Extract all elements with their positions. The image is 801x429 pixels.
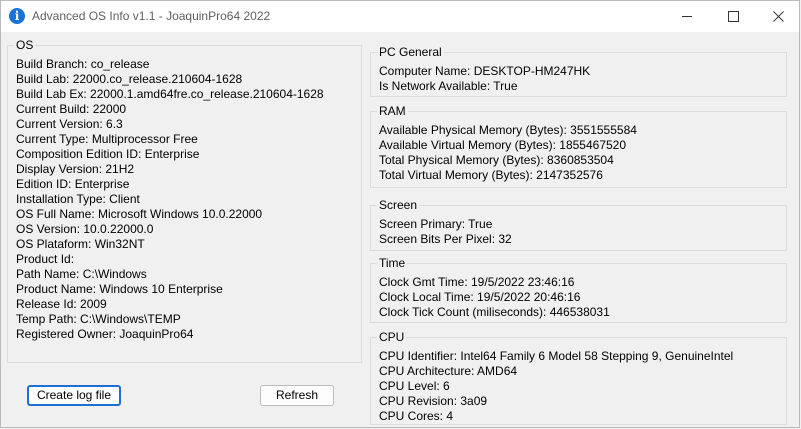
refresh-button[interactable]: Refresh xyxy=(260,385,334,406)
os-installation-type: Installation Type: Client xyxy=(16,192,140,206)
screen-primary: Screen Primary: True xyxy=(379,217,493,231)
clock-local-time: Clock Local Time: 19/5/2022 20:46:16 xyxy=(379,290,581,304)
clock-gmt-time: Clock Gmt Time: 19/5/2022 23:46:16 xyxy=(379,275,575,289)
cpu-identifier: CPU Identifier: Intel64 Family 6 Model 5… xyxy=(379,349,734,363)
total-virtual-memory: Total Virtual Memory (Bytes): 2147352576 xyxy=(379,168,603,182)
create-log-file-button[interactable]: Create log file xyxy=(27,385,121,406)
os-build-lab: Build Lab: 22000.co_release.210604-1628 xyxy=(16,72,243,86)
os-edition-id: Edition ID: Enterprise xyxy=(16,177,130,191)
cpu-cores: CPU Cores: 4 xyxy=(379,409,454,423)
screen-group-title: Screen xyxy=(377,198,420,212)
window-title: Advanced OS Info v1.1 - JoaquinPro64 202… xyxy=(32,9,271,23)
ram-group: RAM Available Physical Memory (Bytes): 3… xyxy=(370,104,787,188)
cpu-group: CPU CPU Identifier: Intel64 Family 6 Mod… xyxy=(370,330,787,425)
time-group-title: Time xyxy=(377,256,408,270)
os-version: OS Version: 10.0.22000.0 xyxy=(16,222,154,236)
minimize-icon xyxy=(682,16,692,17)
os-current-type: Current Type: Multiprocessor Free xyxy=(16,132,198,146)
cpu-list: CPU Identifier: Intel64 Family 6 Model 5… xyxy=(379,349,733,424)
os-info-list: Build Branch: co_release Build Lab: 2200… xyxy=(16,57,324,342)
os-display-version: Display Version: 21H2 xyxy=(16,162,135,176)
os-registered-owner: Registered Owner: JoaquinPro64 xyxy=(16,327,194,341)
time-list: Clock Gmt Time: 19/5/2022 23:46:16 Clock… xyxy=(379,275,610,320)
screen-bits-per-pixel: Screen Bits Per Pixel: 32 xyxy=(379,232,512,246)
total-physical-memory: Total Physical Memory (Bytes): 836085350… xyxy=(379,153,614,167)
available-virtual-memory: Available Virtual Memory (Bytes): 185546… xyxy=(379,138,627,152)
os-temp-path: Temp Path: C:\Windows\TEMP xyxy=(16,312,181,326)
screen-list: Screen Primary: True Screen Bits Per Pix… xyxy=(379,217,512,247)
info-icon: i xyxy=(9,8,25,24)
pc-general-list: Computer Name: DESKTOP-HM247HK Is Networ… xyxy=(379,64,590,94)
os-product-name: Product Name: Windows 10 Enterprise xyxy=(16,282,223,296)
cpu-level: CPU Level: 6 xyxy=(379,379,450,393)
cpu-architecture: CPU Architecture: AMD64 xyxy=(379,364,518,378)
cpu-revision: CPU Revision: 3a09 xyxy=(379,394,488,408)
os-group: OS Build Branch: co_release Build Lab: 2… xyxy=(7,38,362,363)
maximize-button[interactable] xyxy=(710,1,756,32)
screen-group: Screen Screen Primary: True Screen Bits … xyxy=(370,198,787,251)
available-physical-memory: Available Physical Memory (Bytes): 35515… xyxy=(379,123,637,137)
pc-general-group: PC General Computer Name: DESKTOP-HM247H… xyxy=(370,45,787,97)
os-group-title: OS xyxy=(14,38,36,52)
ram-group-title: RAM xyxy=(377,104,408,118)
close-button[interactable] xyxy=(755,1,801,32)
os-build-branch: Build Branch: co_release xyxy=(16,57,150,71)
pc-general-group-title: PC General xyxy=(377,45,444,59)
computer-name: Computer Name: DESKTOP-HM247HK xyxy=(379,64,591,78)
main-window: i Advanced OS Info v1.1 - JoaquinPro64 2… xyxy=(0,0,800,428)
os-current-build: Current Build: 22000 xyxy=(16,102,127,116)
os-product-id: Product Id: xyxy=(16,252,75,266)
maximize-icon xyxy=(727,11,739,22)
os-path-name: Path Name: C:\Windows xyxy=(16,267,147,281)
os-current-version: Current Version: 6.3 xyxy=(16,117,123,131)
close-icon xyxy=(772,11,784,22)
minimize-button[interactable] xyxy=(664,1,710,32)
os-composition-edition: Composition Edition ID: Enterprise xyxy=(16,147,200,161)
ram-list: Available Physical Memory (Bytes): 35515… xyxy=(379,123,637,183)
os-platform: OS Plataform: Win32NT xyxy=(16,237,145,251)
os-build-lab-ex: Build Lab Ex: 22000.1.amd64fre.co_releas… xyxy=(16,87,324,101)
cpu-group-title: CPU xyxy=(377,330,407,344)
network-available: Is Network Available: True xyxy=(379,79,518,93)
os-release-id: Release Id: 2009 xyxy=(16,297,107,311)
os-full-name: OS Full Name: Microsoft Windows 10.0.220… xyxy=(16,207,263,221)
time-group: Time Clock Gmt Time: 19/5/2022 23:46:16 … xyxy=(370,256,787,323)
title-bar[interactable]: i Advanced OS Info v1.1 - JoaquinPro64 2… xyxy=(1,1,799,32)
clock-tick-count: Clock Tick Count (miliseconds): 44653803… xyxy=(379,305,610,319)
